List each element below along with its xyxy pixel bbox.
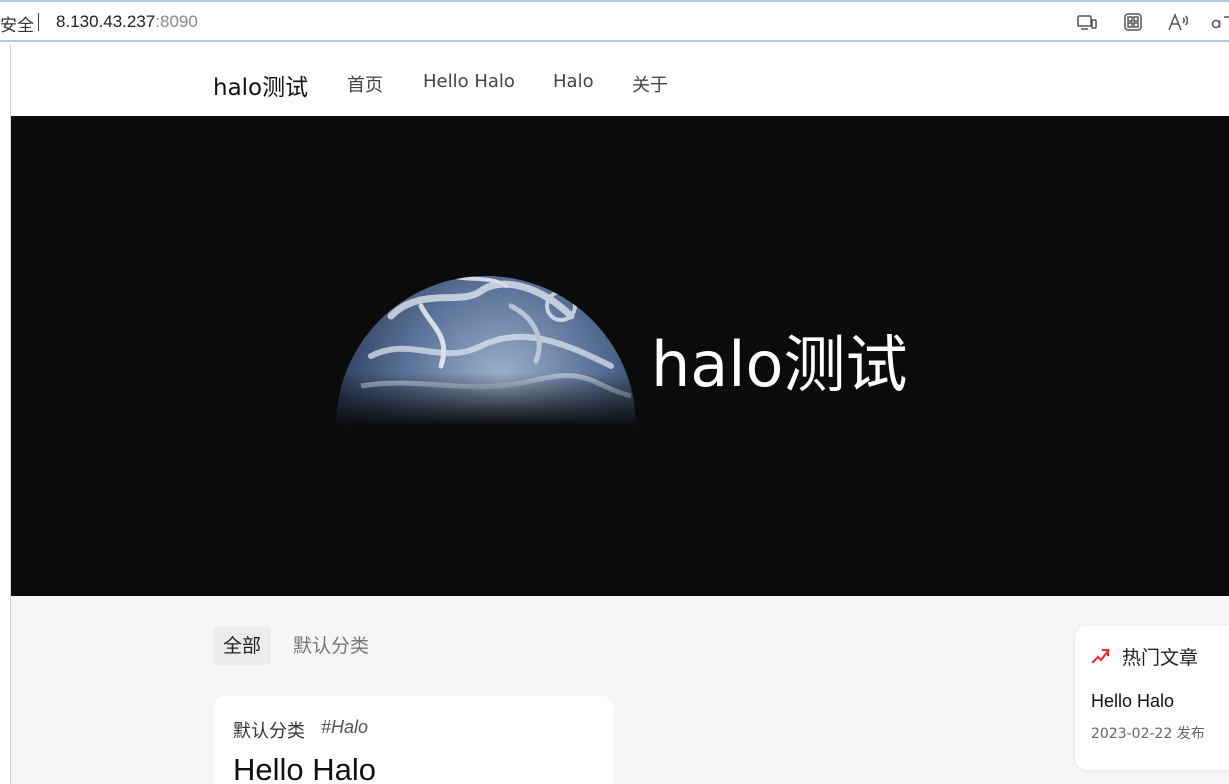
category-tab-default[interactable]: 默认分类 <box>283 627 379 665</box>
post-tag-link[interactable]: #Halo <box>321 717 368 738</box>
post-category-link[interactable]: 默认分类 <box>233 717 305 743</box>
device-preview-icon[interactable] <box>1076 11 1098 33</box>
url-field[interactable]: 8.130.43.237:8090 <box>56 12 198 32</box>
security-status-label[interactable]: 安全 <box>0 11 34 36</box>
browser-address-bar: 安全 8.130.43.237:8090 <box>0 0 1229 42</box>
nav-item-hello-halo[interactable]: Hello Halo <box>423 71 515 92</box>
hot-articles-widget: 热门文章 Hello Halo 2023-02-22 发布 <box>1075 626 1229 770</box>
site-brand[interactable]: halo测试 <box>213 68 308 102</box>
qr-code-icon[interactable] <box>1122 11 1144 33</box>
hot-article-title-link[interactable]: Hello Halo <box>1091 691 1174 712</box>
hot-articles-heading: 热门文章 <box>1122 647 1199 669</box>
category-tab-all[interactable]: 全部 <box>213 627 272 665</box>
site-header: halo测试 首页 Hello Halo Halo 关于 <box>11 44 1229 116</box>
nav-item-halo[interactable]: Halo <box>553 71 594 92</box>
post-title-link[interactable]: Hello Halo <box>233 752 376 784</box>
hero-banner: halo测试 <box>11 116 1229 596</box>
trending-icon <box>1091 645 1111 665</box>
page-viewport: halo测试 首页 Hello Halo Halo 关于 halo测试 全部 默… <box>10 44 1229 784</box>
url-host: 8.130.43.237 <box>56 12 156 31</box>
url-port: :8090 <box>155 12 198 31</box>
hot-article-date: 2023-02-22 发布 <box>1091 726 1205 742</box>
nav-item-about[interactable]: 关于 <box>632 71 668 97</box>
post-card[interactable]: 默认分类 #Halo Hello Halo <box>213 696 614 784</box>
address-bar-divider <box>38 13 39 31</box>
hero-title: halo测试 <box>651 328 908 401</box>
nav-item-home[interactable]: 首页 <box>347 71 383 97</box>
translate-icon[interactable] <box>1210 11 1229 33</box>
earth-image <box>331 246 641 426</box>
read-aloud-icon[interactable] <box>1167 11 1189 33</box>
